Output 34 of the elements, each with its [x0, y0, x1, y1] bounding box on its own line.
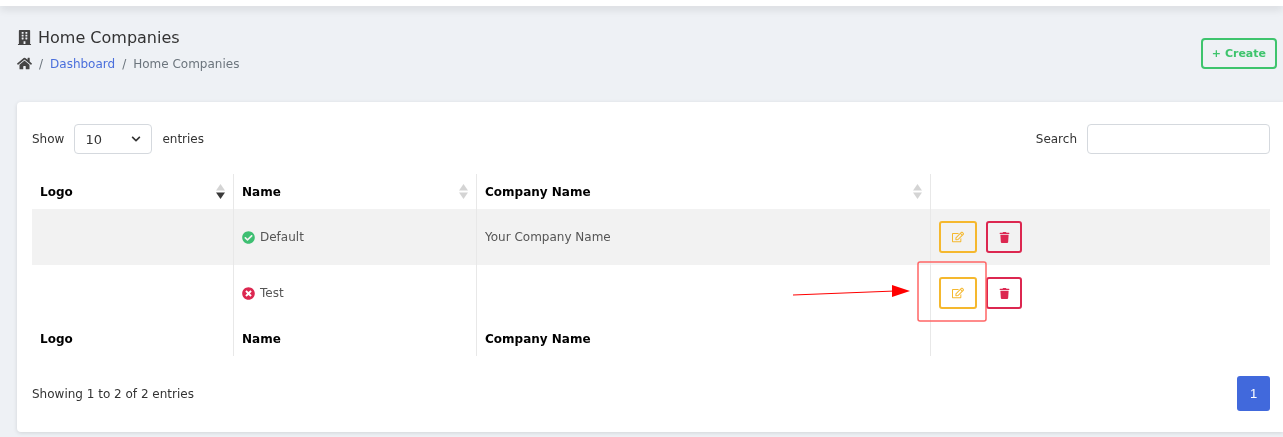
- edit-button[interactable]: [939, 221, 977, 253]
- show-label: Show: [32, 132, 65, 146]
- column-footer: Name: [242, 331, 281, 346]
- column-header[interactable]: Company Name: [485, 184, 591, 199]
- home-icon[interactable]: [17, 56, 32, 71]
- page-length-select[interactable]: 10: [74, 124, 153, 154]
- sort-icon[interactable]: [216, 184, 225, 199]
- company-name-cell: Your Company Name: [485, 230, 611, 244]
- column-footer: Company Name: [485, 331, 591, 346]
- name-cell: Test: [260, 286, 284, 300]
- search-label: Search: [1035, 132, 1077, 146]
- breadcrumb-link[interactable]: Dashboard: [50, 56, 116, 71]
- delete-button[interactable]: [986, 277, 1022, 309]
- annotation-box: [917, 261, 987, 322]
- trash-icon: [998, 287, 1010, 299]
- edit-icon: [952, 287, 964, 299]
- trash-icon: [998, 231, 1010, 243]
- delete-button[interactable]: [986, 221, 1022, 253]
- search-field[interactable]: [1087, 124, 1270, 154]
- chevron-down-icon: [131, 134, 142, 144]
- page-button[interactable]: 1: [1237, 376, 1270, 411]
- breadcrumb-separator: /: [39, 56, 44, 71]
- column-footer: Logo: [40, 331, 73, 346]
- column-header[interactable]: Name: [242, 184, 281, 199]
- column-header[interactable]: Logo: [40, 184, 73, 199]
- edit-button[interactable]: [939, 277, 977, 309]
- name-cell: Default: [260, 230, 304, 244]
- breadcrumb-separator: /: [122, 56, 127, 71]
- table-info: Showing 1 to 2 of 2 entries: [32, 386, 194, 401]
- breadcrumb-current: Home Companies: [133, 56, 240, 71]
- page-title: Home Companies: [17, 28, 240, 47]
- entries-label: entries: [162, 132, 204, 146]
- edit-icon: [952, 231, 964, 243]
- building-icon: [17, 30, 32, 45]
